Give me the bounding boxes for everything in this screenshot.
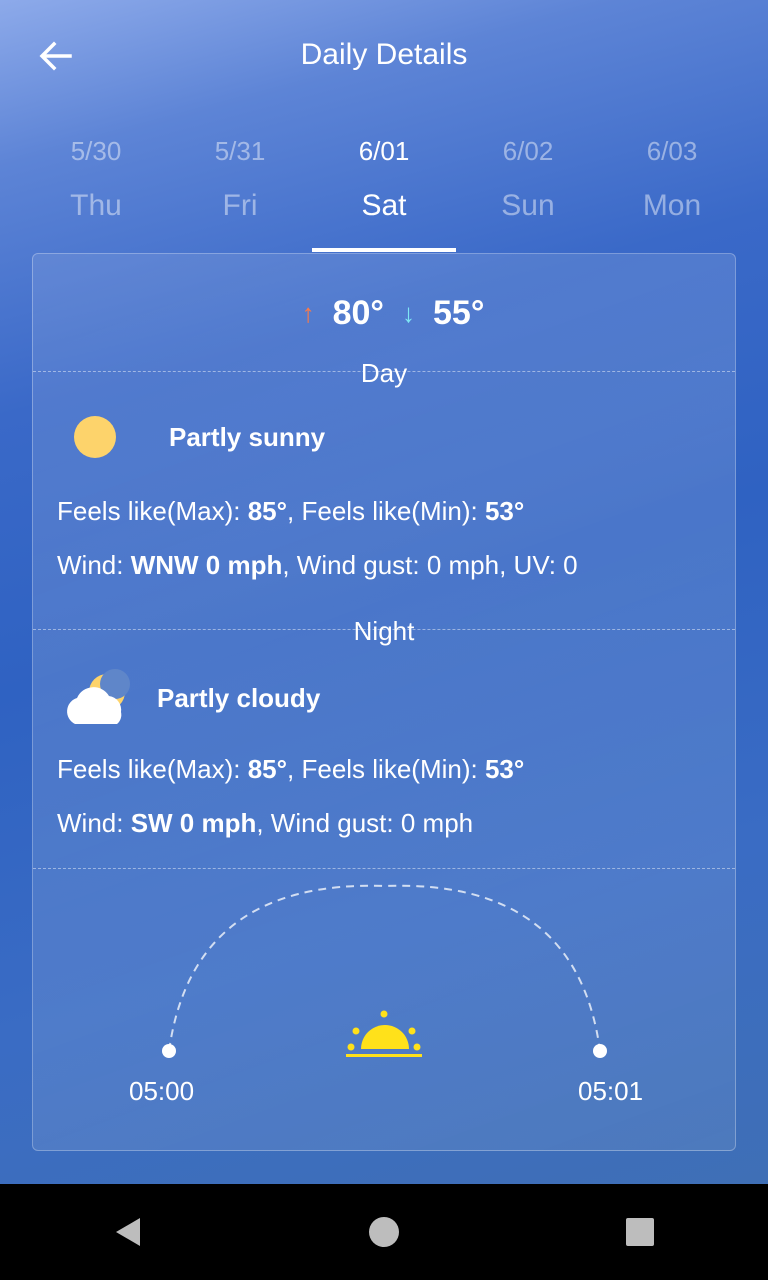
tab-sat[interactable]: 6/01 Sat bbox=[312, 120, 456, 252]
tab-date: 5/30 bbox=[70, 136, 122, 166]
sunset-time: 05:01 bbox=[578, 1076, 644, 1106]
temperature-summary: ↑ 80° ↓ 55° bbox=[33, 290, 735, 336]
tab-date: 6/02 bbox=[502, 136, 554, 166]
arrow-up-icon: ↑ bbox=[301, 297, 315, 328]
day-wind: Wind: WNW 0 mph, Wind gust: 0 mph, UV: 0 bbox=[57, 550, 578, 581]
feels-min-value: 53° bbox=[484, 496, 525, 526]
details-card: ↑ 80° ↓ 55° Day Partly sunny Feels like(… bbox=[32, 253, 736, 1151]
wind-value: WNW 0 mph bbox=[130, 550, 283, 580]
tab-date: 6/03 bbox=[646, 136, 698, 166]
day-label: Day bbox=[360, 358, 408, 388]
nav-home-icon bbox=[369, 1217, 399, 1247]
tab-fri[interactable]: 5/31 Fri bbox=[168, 120, 312, 252]
cloud-moon-icon bbox=[67, 669, 130, 724]
low-temp: 55° bbox=[433, 293, 485, 332]
tab-day: Mon bbox=[642, 189, 702, 222]
wind-label: Wind: bbox=[57, 550, 131, 580]
day-feels-like: Feels like(Max): 85°, Feels like(Min): 5… bbox=[57, 496, 524, 527]
feels-max-value: 85° bbox=[247, 754, 288, 784]
tab-date: 5/31 bbox=[214, 136, 266, 166]
nav-recents-icon bbox=[626, 1218, 654, 1246]
tab-thu[interactable]: 5/30 Thu bbox=[24, 120, 168, 252]
screen: Daily Details 5/30 Thu 5/31 Fri 6/01 Sat… bbox=[0, 0, 768, 1184]
day-condition-row: Partly sunny bbox=[57, 412, 325, 462]
nav-back-icon bbox=[116, 1218, 140, 1246]
tab-sun[interactable]: 6/02 Sun bbox=[456, 120, 600, 252]
day-condition: Partly sunny bbox=[169, 421, 326, 452]
wind-label: Wind: bbox=[57, 808, 131, 838]
sunrise-icon bbox=[346, 1010, 422, 1057]
page-title: Daily Details bbox=[300, 38, 468, 71]
tab-day: Sat bbox=[361, 189, 407, 222]
nav-recents-button[interactable] bbox=[600, 1192, 680, 1272]
feels-max-value: 85° bbox=[247, 496, 288, 526]
night-wind: Wind: SW 0 mph, Wind gust: 0 mph bbox=[57, 808, 473, 839]
feels-min-label: , Feels like(Min): bbox=[287, 754, 485, 784]
sunset-dot bbox=[593, 1044, 607, 1058]
app-header: Daily Details bbox=[0, 0, 768, 112]
night-label: Night bbox=[353, 616, 415, 646]
night-condition-row: Partly cloudy bbox=[57, 668, 320, 728]
wind-value: SW 0 mph bbox=[130, 808, 257, 838]
day-tabs: 5/30 Thu 5/31 Fri 6/01 Sat 6/02 Sun 6/03… bbox=[24, 120, 744, 252]
tab-day: Fri bbox=[222, 189, 258, 222]
nav-home-button[interactable] bbox=[344, 1192, 424, 1272]
night-condition: Partly cloudy bbox=[157, 682, 321, 713]
system-nav-bar bbox=[0, 1184, 768, 1280]
feels-max-label: Feels like(Max): bbox=[57, 496, 248, 526]
arrow-down-icon: ↓ bbox=[402, 297, 415, 328]
tab-day: Thu bbox=[70, 189, 122, 222]
feels-max-label: Feels like(Max): bbox=[57, 754, 248, 784]
tab-date: 6/01 bbox=[358, 136, 410, 166]
tab-mon[interactable]: 6/03 Mon bbox=[600, 120, 744, 252]
feels-min-value: 53° bbox=[484, 754, 525, 784]
sunrise-time: 05:00 bbox=[129, 1076, 195, 1106]
sunrise-dot bbox=[162, 1044, 176, 1058]
wind-details: , Wind gust: 0 mph bbox=[256, 808, 474, 838]
nav-back-button[interactable] bbox=[88, 1192, 168, 1272]
sun-icon bbox=[74, 416, 116, 458]
high-temp: 80° bbox=[332, 293, 384, 332]
feels-min-label: , Feels like(Min): bbox=[287, 496, 485, 526]
night-feels-like: Feels like(Max): 85°, Feels like(Min): 5… bbox=[57, 754, 524, 785]
tab-day: Sun bbox=[501, 189, 555, 222]
wind-details: , Wind gust: 0 mph, UV: 0 bbox=[282, 550, 578, 580]
